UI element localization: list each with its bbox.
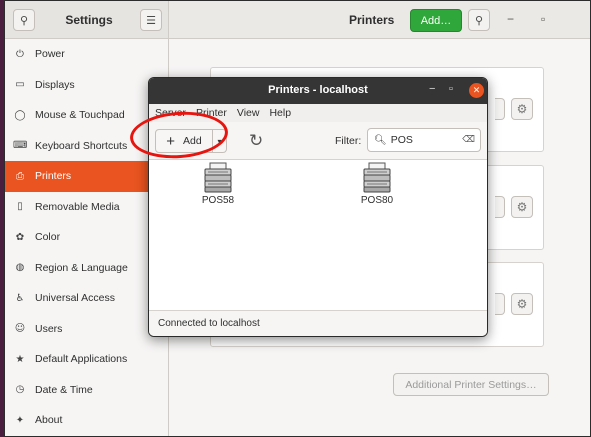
mouse-icon: ◯ — [14, 109, 26, 121]
search-icon: ⚲ — [19, 14, 29, 27]
sidebar-item-default-applications[interactable]: ★ Default Applications — [5, 344, 168, 375]
sidebar-item-users[interactable]: ☺ Users — [5, 314, 168, 345]
printer-item[interactable]: POS80 — [347, 162, 407, 206]
sidebar-item-label: Color — [35, 231, 61, 244]
printer-card-button[interactable] — [495, 293, 505, 315]
dialog-title: Printers - localhost — [268, 84, 368, 96]
sidebar-item-region-language[interactable]: ◍ Region & Language — [5, 253, 168, 284]
sidebar-item-printers[interactable]: ⎙ Printers — [5, 161, 168, 192]
sidebar-item-label: Universal Access — [35, 292, 115, 305]
gear-icon: ⚙ — [516, 102, 528, 116]
sidebar-item-label: Default Applications — [35, 353, 128, 366]
printer-icon — [363, 162, 391, 193]
sidebar-item-date-time[interactable]: ◷ Date & Time — [5, 375, 168, 406]
sidebar-item-color[interactable]: ✿ Color — [5, 222, 168, 253]
minimize-button[interactable]: − — [507, 12, 514, 26]
sidebar-item-label: About — [35, 414, 63, 427]
gear-icon: ⚙ — [516, 297, 528, 311]
sidebar-item-universal-access[interactable]: ♿ Universal Access — [5, 283, 168, 314]
panel-title: Printers — [349, 13, 395, 27]
add-printer-button[interactable]: Add… — [410, 9, 462, 32]
printer-card-button[interactable] — [495, 98, 505, 120]
printer-icon — [204, 162, 232, 193]
globe-icon: ◍ — [15, 262, 25, 274]
refresh-button[interactable]: ↻ — [249, 131, 263, 151]
printer-card-button[interactable] — [495, 196, 505, 218]
about-icon: ✦ — [15, 414, 25, 426]
printer-item[interactable]: POS58 — [188, 162, 248, 206]
search-icon: ⚲ — [474, 14, 484, 27]
printer-name: POS58 — [201, 195, 235, 206]
dialog-minimize-button[interactable]: − — [429, 83, 435, 95]
display-icon: ▭ — [15, 79, 25, 91]
sidebar: ⏻ Power ▭ Displays ◯ Mouse & Touchpad ⌨ Keyboar… — [5, 39, 169, 436]
dialog-maximize-button[interactable]: ▫ — [449, 83, 453, 95]
sidebar-item-label: Removable Media — [35, 200, 120, 213]
filter-value: POS — [390, 134, 413, 146]
sidebar-item-label: Power — [35, 48, 65, 61]
menu-button[interactable]: ☰ — [140, 9, 162, 31]
sidebar-item-label: Displays — [35, 78, 75, 91]
filter-label: Filter: — [335, 135, 362, 147]
printer-settings-button[interactable]: ⚙ — [511, 293, 533, 315]
keyboard-icon: ⌨ — [13, 140, 28, 152]
settings-title: Settings — [65, 13, 113, 27]
search-icon: 🔍︎ — [374, 134, 387, 146]
sidebar-item-label: Region & Language — [35, 261, 128, 274]
sidebar-item-label: Printers — [35, 170, 72, 183]
sidebar-item-label: Users — [35, 322, 63, 335]
removable-media-icon: ▯ — [17, 201, 23, 213]
sidebar-item-label: Mouse & Touchpad — [35, 109, 125, 122]
printer-settings-button[interactable]: ⚙ — [511, 196, 533, 218]
users-icon: ☺ — [14, 323, 26, 335]
search-button[interactable]: ⚲ — [13, 9, 35, 31]
close-icon: ✕ — [472, 85, 481, 95]
filter-input[interactable]: 🔍︎ POS ⌫ — [367, 128, 481, 152]
printer-icon: ⎙ — [16, 170, 24, 182]
sidebar-item-removable-media[interactable]: ▯ Removable Media — [5, 192, 168, 223]
additional-printer-settings-button[interactable]: Additional Printer Settings… — [393, 373, 549, 396]
status-bar: Connected to localhost — [149, 310, 487, 336]
settings-headerbar-right: Printers Add… ⚲ − ▫ ✕ — [169, 1, 590, 39]
sidebar-item-label: Keyboard Shortcuts — [35, 139, 128, 152]
printer-name: POS80 — [360, 195, 394, 206]
power-icon: ⏻ — [16, 48, 24, 60]
menu-view[interactable]: View — [237, 107, 260, 119]
star-icon: ★ — [15, 353, 25, 365]
sidebar-item-about[interactable]: ✦ About — [5, 405, 168, 436]
printer-search-button[interactable]: ⚲ — [468, 9, 490, 31]
clear-icon[interactable]: ⌫ — [462, 135, 475, 145]
dialog-titlebar[interactable]: Printers - localhost − ▫ ✕ — [149, 78, 487, 104]
gear-icon: ⚙ — [516, 200, 528, 214]
printer-settings-button[interactable]: ⚙ — [511, 98, 533, 120]
sidebar-item-displays[interactable]: ▭ Displays — [5, 70, 168, 101]
clock-icon: ◷ — [15, 384, 25, 396]
accessibility-icon: ♿ — [15, 292, 25, 304]
sidebar-item-power[interactable]: ⏻ Power — [5, 39, 168, 70]
dialog-close-button[interactable]: ✕ — [469, 83, 484, 98]
color-icon: ✿ — [15, 231, 25, 243]
hamburger-icon: ☰ — [146, 14, 156, 27]
sidebar-item-label: Date & Time — [35, 383, 93, 396]
menu-help[interactable]: Help — [269, 107, 291, 119]
maximize-button[interactable]: ▫ — [541, 12, 545, 26]
settings-headerbar-left: ⚲ Settings ☰ — [5, 1, 169, 39]
